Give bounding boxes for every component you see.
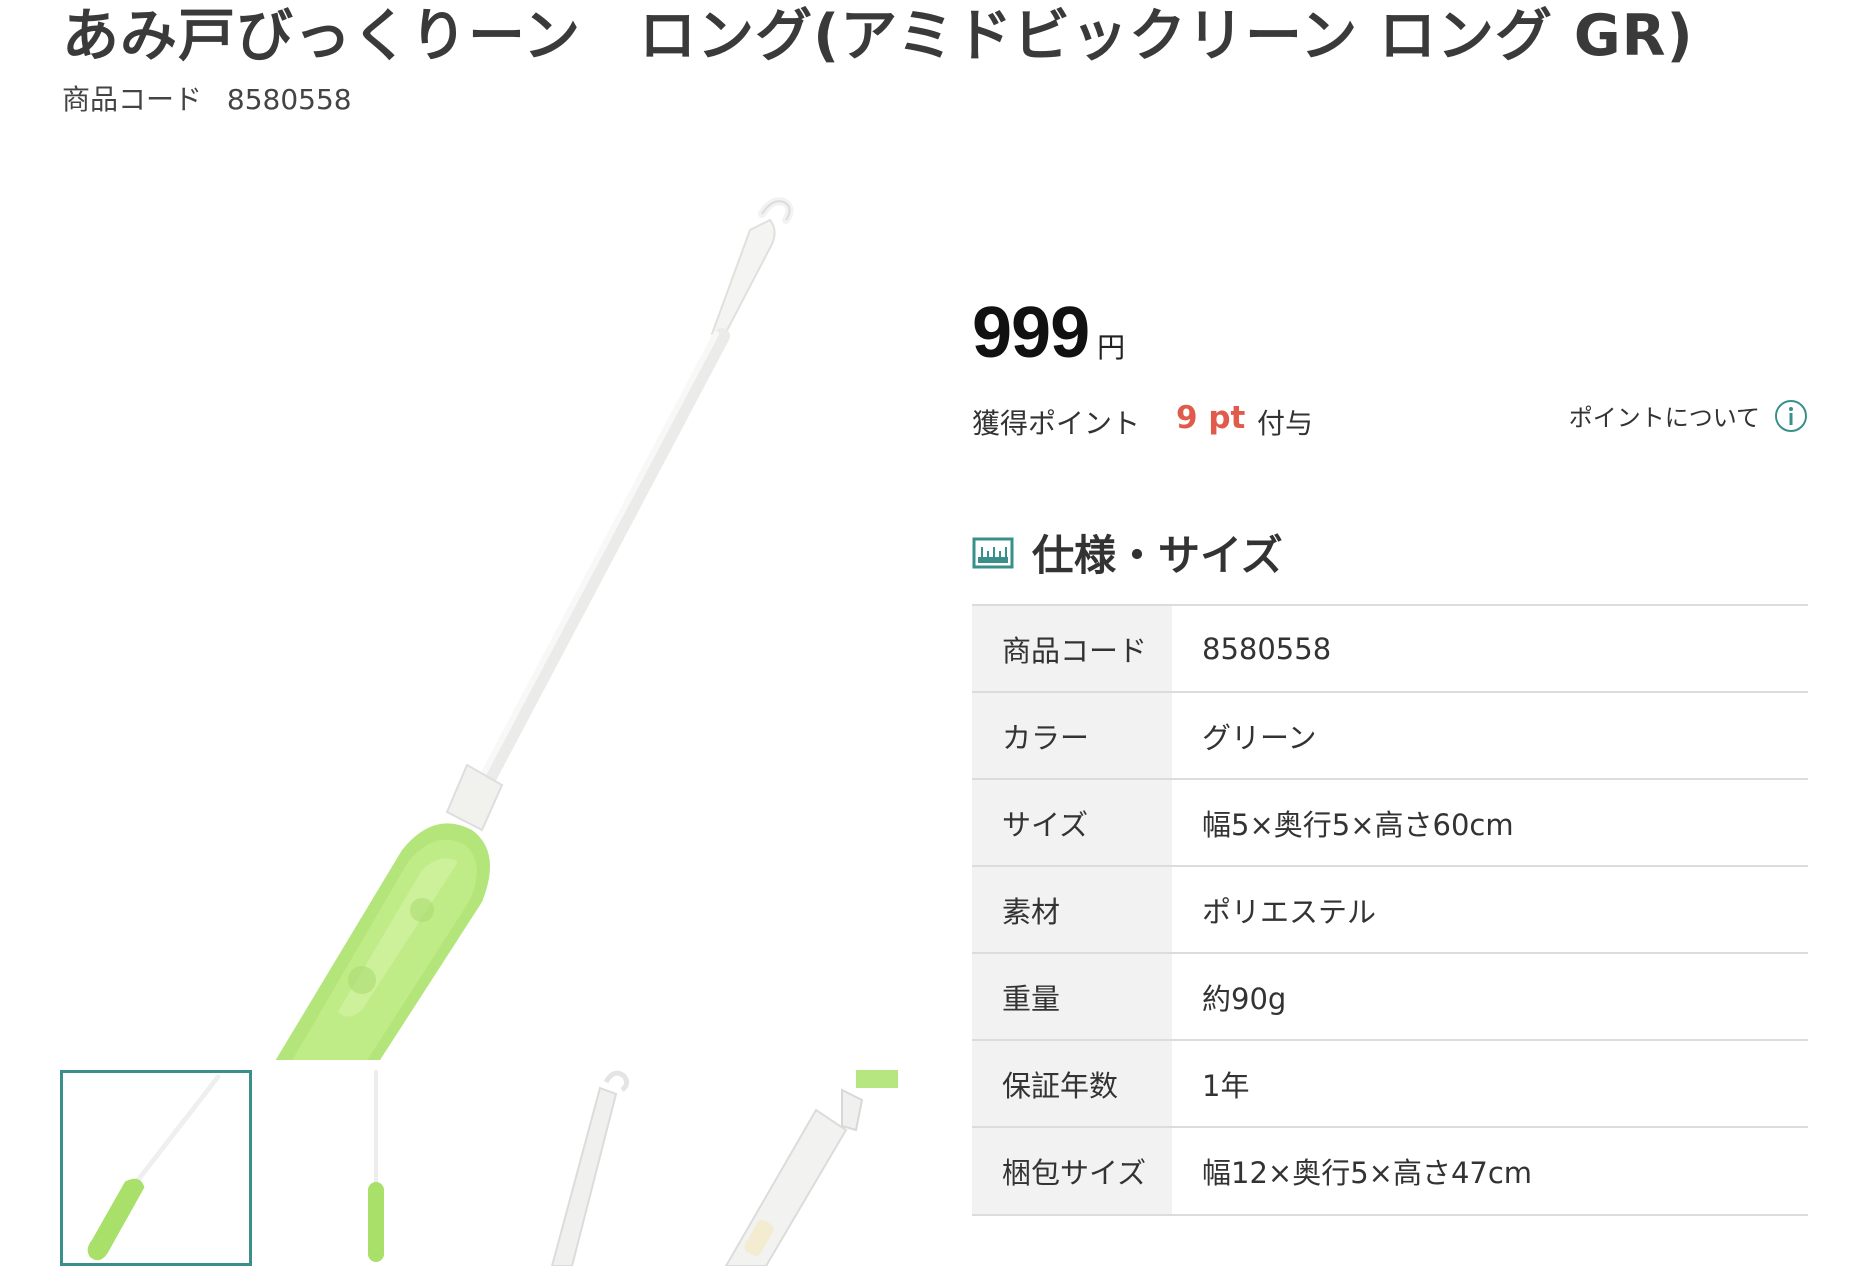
spec-value: 幅5×奥行5×高さ60cm bbox=[1172, 778, 1808, 866]
thumbnail-1[interactable] bbox=[60, 1070, 252, 1266]
main-product-image[interactable] bbox=[62, 190, 912, 1176]
thumbnail-duster-image bbox=[87, 1074, 221, 1261]
spec-value: グリーン bbox=[1172, 691, 1808, 779]
spec-value: 約90g bbox=[1172, 952, 1808, 1040]
spec-key: 保証年数 bbox=[972, 1039, 1172, 1127]
spec-value: 1年 bbox=[1172, 1039, 1808, 1127]
spec-key: サイズ bbox=[972, 778, 1172, 866]
thumbnail-hook-image bbox=[550, 1070, 630, 1266]
price-unit: 円 bbox=[1097, 331, 1126, 364]
thumbnail-strip bbox=[60, 1070, 910, 1270]
table-row: サイズ 幅5×奥行5×高さ60cm bbox=[972, 778, 1808, 866]
thumbnail-4[interactable] bbox=[706, 1070, 898, 1266]
thumbnail-upright-image bbox=[368, 1070, 384, 1262]
table-row: 重量 約90g bbox=[972, 952, 1808, 1040]
spec-key: 重量 bbox=[972, 952, 1172, 1040]
table-row: 梱包サイズ 幅12×奥行5×高さ47cm bbox=[972, 1126, 1808, 1216]
points-info-label: ポイントについて bbox=[1568, 404, 1760, 432]
price: 999 円 bbox=[972, 292, 1125, 374]
spec-value: ポリエステル bbox=[1172, 865, 1808, 953]
spec-key: 商品コード bbox=[972, 604, 1172, 692]
spec-title: 仕様・サイズ bbox=[1032, 531, 1283, 580]
points-value: 9 pt bbox=[1176, 400, 1246, 436]
product-title: あみ戸びっくりーン ロング(アミドビックリーン ロング GR) bbox=[62, 3, 1694, 69]
spec-table: 商品コード 8580558 カラー グリーン サイズ 幅5×奥行5×高さ60cm… bbox=[972, 604, 1808, 1216]
points-suffix: 付与 bbox=[1257, 407, 1314, 440]
product-code-label: 商品コード bbox=[62, 83, 203, 116]
info-icon bbox=[1775, 399, 1807, 432]
spec-value: 幅12×奥行5×高さ47cm bbox=[1172, 1126, 1808, 1216]
product-code-line: 商品コード 8580558 bbox=[62, 78, 352, 118]
product-code-value: 8580558 bbox=[226, 83, 352, 116]
duster-image bbox=[240, 197, 794, 1176]
table-row: 商品コード 8580558 bbox=[972, 604, 1808, 692]
thumbnail-3[interactable] bbox=[492, 1070, 684, 1266]
price-value: 999 bbox=[972, 293, 1090, 373]
table-row: 保証年数 1年 bbox=[972, 1039, 1808, 1127]
thumbnail-closeup-image bbox=[724, 1070, 898, 1266]
spec-key: 梱包サイズ bbox=[972, 1126, 1172, 1216]
spec-heading: 仕様・サイズ bbox=[972, 522, 1283, 583]
spec-value: 8580558 bbox=[1172, 604, 1808, 692]
spec-key: 素材 bbox=[972, 865, 1172, 953]
points-row: 獲得ポイント 9 pt 付与 ポイントについて bbox=[972, 398, 1808, 444]
spec-key: カラー bbox=[972, 691, 1172, 779]
table-row: 素材 ポリエステル bbox=[972, 865, 1808, 953]
ruler-icon bbox=[972, 537, 1014, 568]
table-row: カラー グリーン bbox=[972, 691, 1808, 779]
points-info-link[interactable]: ポイントについて bbox=[1569, 398, 1808, 433]
thumbnail-2[interactable] bbox=[276, 1070, 468, 1266]
points-label: 獲得ポイント bbox=[972, 407, 1141, 440]
